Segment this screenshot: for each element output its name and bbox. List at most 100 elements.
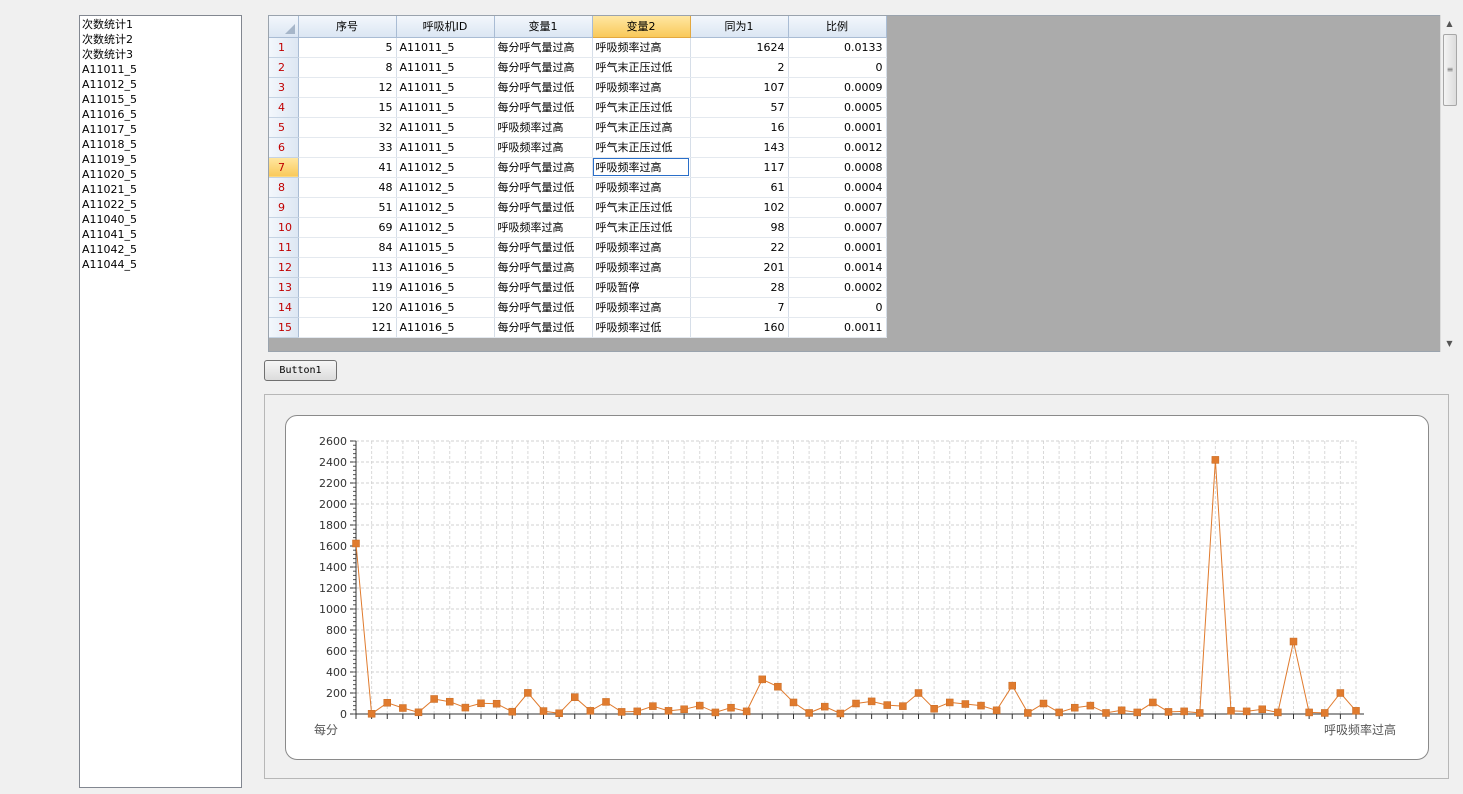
table-cell[interactable]: A11011_5 bbox=[396, 97, 495, 118]
table-cell[interactable]: 呼吸频率过高 bbox=[494, 117, 593, 138]
column-header[interactable]: 同为1 bbox=[690, 16, 789, 38]
table-cell[interactable]: 119 bbox=[298, 277, 397, 298]
scroll-up-arrow-icon[interactable]: ▲ bbox=[1441, 15, 1458, 32]
select-all-corner[interactable] bbox=[269, 16, 299, 38]
row-header[interactable]: 1 bbox=[269, 37, 299, 58]
table-cell[interactable]: A11011_5 bbox=[396, 57, 495, 78]
table-cell[interactable]: 每分呼气量过低 bbox=[494, 97, 593, 118]
table-row[interactable]: 14 120 A11016_5 每分呼气量过低 呼吸频率过高 7 0 bbox=[269, 297, 887, 318]
table-cell[interactable]: 113 bbox=[298, 257, 397, 278]
row-header[interactable]: 13 bbox=[269, 277, 299, 298]
row-header[interactable]: 9 bbox=[269, 197, 299, 218]
list-item[interactable]: A11021_5 bbox=[82, 182, 239, 197]
table-cell[interactable]: 呼吸频率过高 bbox=[592, 257, 691, 278]
table-cell[interactable]: 每分呼气量过低 bbox=[494, 77, 593, 98]
table-cell[interactable]: A11016_5 bbox=[396, 257, 495, 278]
scroll-down-arrow-icon[interactable]: ▼ bbox=[1441, 335, 1458, 352]
table-cell[interactable]: 呼气末正压过低 bbox=[592, 97, 691, 118]
table-cell[interactable]: A11011_5 bbox=[396, 77, 495, 98]
table-cell[interactable]: 每分呼气量过高 bbox=[494, 157, 593, 178]
table-cell[interactable]: 呼气末正压过低 bbox=[592, 57, 691, 78]
table-cell[interactable]: 每分呼气量过高 bbox=[494, 37, 593, 58]
table-cell[interactable]: 0.0001 bbox=[788, 117, 887, 138]
table-cell[interactable]: 0.0001 bbox=[788, 237, 887, 258]
table-cell[interactable]: 0 bbox=[788, 57, 887, 78]
table-cell[interactable]: 呼吸暂停 bbox=[592, 277, 691, 298]
row-header[interactable]: 8 bbox=[269, 177, 299, 198]
table-cell[interactable]: A11016_5 bbox=[396, 277, 495, 298]
list-item[interactable]: A11040_5 bbox=[82, 212, 239, 227]
table-cell[interactable]: 呼气末正压过低 bbox=[592, 197, 691, 218]
table-cell[interactable]: A11015_5 bbox=[396, 237, 495, 258]
table-cell[interactable]: 51 bbox=[298, 197, 397, 218]
table-cell[interactable]: 107 bbox=[690, 77, 789, 98]
table-row[interactable]: 15 121 A11016_5 每分呼气量过低 呼吸频率过低 160 0.0011 bbox=[269, 317, 887, 338]
table-cell[interactable]: 28 bbox=[690, 277, 789, 298]
list-item[interactable]: 次数统计3 bbox=[82, 47, 239, 62]
table-cell[interactable]: 呼吸频率过高 bbox=[592, 237, 691, 258]
row-header[interactable]: 12 bbox=[269, 257, 299, 278]
row-header[interactable]: 14 bbox=[269, 297, 299, 318]
table-cell[interactable]: 48 bbox=[298, 177, 397, 198]
table-row[interactable]: 8 48 A11012_5 每分呼气量过低 呼吸频率过高 61 0.0004 bbox=[269, 177, 887, 198]
table-cell[interactable]: 每分呼气量过低 bbox=[494, 277, 593, 298]
list-item[interactable]: A11022_5 bbox=[82, 197, 239, 212]
row-header[interactable]: 15 bbox=[269, 317, 299, 338]
table-cell[interactable]: 2 bbox=[690, 57, 789, 78]
table-cell[interactable]: 0.0133 bbox=[788, 37, 887, 58]
grid-vertical-scrollbar[interactable]: ▲ ≡ ▼ bbox=[1440, 15, 1458, 352]
list-item[interactable]: A11019_5 bbox=[82, 152, 239, 167]
table-row[interactable]: 6 33 A11011_5 呼吸频率过高 呼气末正压过低 143 0.0012 bbox=[269, 137, 887, 158]
table-cell[interactable]: 呼吸频率过高 bbox=[494, 137, 593, 158]
table-cell[interactable]: 呼气末正压过低 bbox=[592, 137, 691, 158]
table-cell[interactable]: 每分呼气量过低 bbox=[494, 177, 593, 198]
table-cell[interactable]: 0.0007 bbox=[788, 217, 887, 238]
table-cell[interactable]: 每分呼气量过低 bbox=[494, 197, 593, 218]
column-header[interactable]: 序号 bbox=[298, 16, 397, 38]
table-cell[interactable]: 呼吸频率过高 bbox=[592, 297, 691, 318]
table-cell[interactable]: 120 bbox=[298, 297, 397, 318]
table-cell[interactable]: 121 bbox=[298, 317, 397, 338]
table-cell[interactable]: A11012_5 bbox=[396, 157, 495, 178]
list-item[interactable]: 次数统计2 bbox=[82, 32, 239, 47]
table-row[interactable]: 2 8 A11011_5 每分呼气量过高 呼气末正压过低 2 0 bbox=[269, 57, 887, 78]
table-cell[interactable]: 0.0009 bbox=[788, 77, 887, 98]
table-cell[interactable]: 呼吸频率过高 bbox=[592, 37, 691, 58]
table-cell[interactable]: 0 bbox=[788, 297, 887, 318]
table-cell[interactable]: 22 bbox=[690, 237, 789, 258]
table-row[interactable]: 9 51 A11012_5 每分呼气量过低 呼气末正压过低 102 0.0007 bbox=[269, 197, 887, 218]
list-item[interactable]: A11041_5 bbox=[82, 227, 239, 242]
column-header[interactable]: 呼吸机ID bbox=[396, 16, 495, 38]
table-cell[interactable]: 每分呼气量过低 bbox=[494, 237, 593, 258]
table-cell[interactable]: 呼吸频率过高 bbox=[592, 177, 691, 198]
table-cell[interactable]: 102 bbox=[690, 197, 789, 218]
table-cell[interactable]: 0.0007 bbox=[788, 197, 887, 218]
table-cell[interactable]: 呼吸频率过高 bbox=[592, 77, 691, 98]
table-cell[interactable]: 32 bbox=[298, 117, 397, 138]
table-row[interactable]: 12 113 A11016_5 每分呼气量过高 呼吸频率过高 201 0.0014 bbox=[269, 257, 887, 278]
table-cell[interactable]: 呼气末正压过高 bbox=[592, 117, 691, 138]
table-cell[interactable]: A11012_5 bbox=[396, 177, 495, 198]
table-cell[interactable]: 每分呼气量过高 bbox=[494, 57, 593, 78]
table-cell[interactable]: A11011_5 bbox=[396, 117, 495, 138]
table-cell[interactable]: 160 bbox=[690, 317, 789, 338]
row-header[interactable]: 3 bbox=[269, 77, 299, 98]
table-cell[interactable]: 84 bbox=[298, 237, 397, 258]
data-grid[interactable]: 序号 呼吸机ID 变量1 变量2 同为1 比例 1 5 A11011_5 每分呼气量过高 呼吸频率… bbox=[268, 15, 1458, 352]
table-cell[interactable]: 0.0008 bbox=[788, 157, 887, 178]
table-cell[interactable]: 69 bbox=[298, 217, 397, 238]
table-cell[interactable]: 0.0012 bbox=[788, 137, 887, 158]
list-item[interactable]: A11012_5 bbox=[82, 77, 239, 92]
table-cell[interactable]: A11012_5 bbox=[396, 217, 495, 238]
table-cell[interactable]: 57 bbox=[690, 97, 789, 118]
table-cell[interactable]: 0.0002 bbox=[788, 277, 887, 298]
table-row[interactable]: 11 84 A11015_5 每分呼气量过低 呼吸频率过高 22 0.0001 bbox=[269, 237, 887, 258]
list-item[interactable]: A11011_5 bbox=[82, 62, 239, 77]
table-cell[interactable]: 0.0004 bbox=[788, 177, 887, 198]
list-item[interactable]: A11017_5 bbox=[82, 122, 239, 137]
list-item[interactable]: A11015_5 bbox=[82, 92, 239, 107]
table-cell[interactable]: A11016_5 bbox=[396, 317, 495, 338]
list-item[interactable]: A11018_5 bbox=[82, 137, 239, 152]
table-cell[interactable]: 5 bbox=[298, 37, 397, 58]
table-cell[interactable]: 143 bbox=[690, 137, 789, 158]
